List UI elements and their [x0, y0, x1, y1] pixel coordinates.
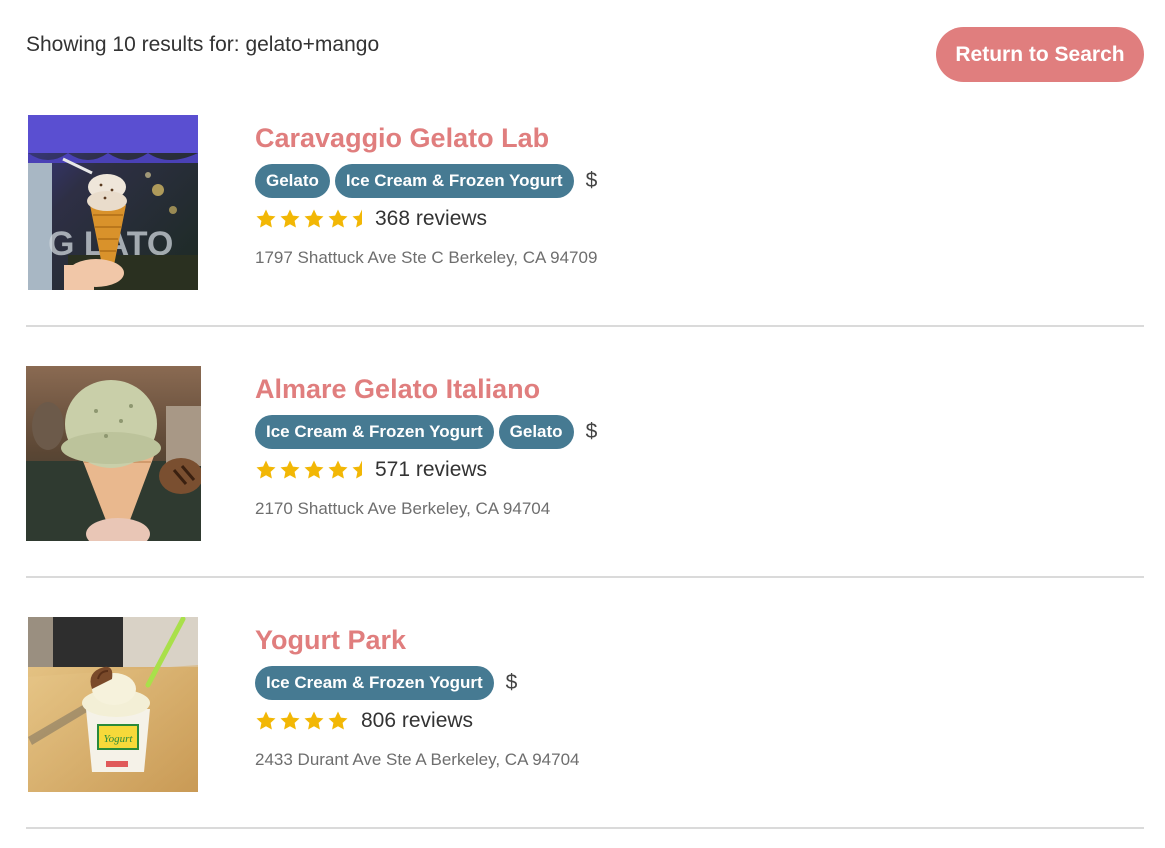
result-info: Caravaggio Gelato Lab Gelato Ice Cream &…: [255, 115, 597, 268]
gelato-scoop-photo-icon: [26, 366, 201, 541]
tags-row: Ice Cream & Frozen Yogurt $: [255, 666, 580, 700]
business-address: 2170 Shattuck Ave Berkeley, CA 94704: [255, 499, 551, 518]
star-full-icon: [280, 711, 300, 730]
star-rating: [255, 208, 365, 230]
star-full-icon: [280, 209, 300, 228]
star-full-icon: [280, 460, 300, 479]
result-divider: [26, 827, 1144, 829]
business-address: 1797 Shattuck Ave Ste C Berkeley, CA 947…: [255, 248, 598, 267]
price-level: $: [585, 420, 598, 443]
category-tag[interactable]: Ice Cream & Frozen Yogurt: [255, 415, 494, 449]
category-tag[interactable]: Gelato: [498, 415, 574, 449]
results-header: Showing 10 results for: gelato+mango Ret…: [26, 27, 1146, 86]
result-item: Almare Gelato Italiano Ice Cream & Froze…: [26, 366, 1144, 578]
result-info: Almare Gelato Italiano Ice Cream & Froze…: [255, 366, 597, 519]
star-half-icon: [352, 460, 362, 479]
category-tag[interactable]: Ice Cream & Frozen Yogurt: [334, 164, 574, 198]
price-level: $: [505, 671, 518, 694]
return-to-search-button[interactable]: Return to Search: [936, 27, 1144, 82]
tags-row: Ice Cream & Frozen Yogurt Gelato $: [255, 415, 597, 449]
svg-text:Yogurt: Yogurt: [104, 733, 134, 745]
business-photo[interactable]: G LATO: [28, 115, 198, 290]
tags-row: Gelato Ice Cream & Frozen Yogurt $: [255, 164, 597, 198]
star-half-icon: [352, 209, 362, 228]
business-name-link[interactable]: Caravaggio Gelato Lab: [255, 121, 597, 155]
rating-row: 806 reviews: [255, 708, 580, 734]
review-count: 571 reviews: [375, 458, 488, 481]
price-level: $: [585, 169, 598, 192]
category-tag[interactable]: Gelato: [255, 164, 330, 198]
business-photo[interactable]: Yogurt: [28, 617, 198, 792]
gelato-cone-photo-icon: G LATO: [28, 115, 198, 290]
star-full-icon: [256, 209, 276, 228]
rating-row: 571 reviews: [255, 457, 597, 483]
star-full-icon: [328, 460, 348, 479]
star-full-icon: [304, 711, 324, 730]
review-count: 368 reviews: [375, 207, 488, 230]
star-rating: [255, 459, 365, 481]
result-info: Yogurt Park Ice Cream & Frozen Yogurt $ …: [255, 617, 580, 770]
result-item: Yogurt Yogurt Park Ice Cream & Frozen Yo…: [26, 617, 1144, 829]
star-full-icon: [256, 711, 276, 730]
rating-row: 368 reviews: [255, 206, 597, 232]
business-name-link[interactable]: Yogurt Park: [255, 623, 580, 657]
review-count: 806 reviews: [361, 709, 474, 732]
category-tag[interactable]: Ice Cream & Frozen Yogurt: [255, 666, 494, 700]
results-count-text: Showing 10 results for: gelato+mango: [26, 33, 380, 56]
result-divider: [26, 576, 1144, 578]
star-full-icon: [304, 209, 324, 228]
business-name-link[interactable]: Almare Gelato Italiano: [255, 372, 597, 406]
star-full-icon: [328, 711, 348, 730]
frozen-yogurt-cup-photo-icon: Yogurt: [28, 617, 198, 792]
star-full-icon: [256, 460, 276, 479]
business-photo[interactable]: [26, 366, 201, 541]
star-full-icon: [328, 209, 348, 228]
star-full-icon: [304, 460, 324, 479]
star-rating: [255, 710, 351, 732]
business-address: 2433 Durant Ave Ste A Berkeley, CA 94704: [255, 750, 580, 769]
result-divider: [26, 325, 1144, 327]
result-item: G LATO Caravaggio Gelato Lab Gelato Ice …: [26, 115, 1144, 327]
